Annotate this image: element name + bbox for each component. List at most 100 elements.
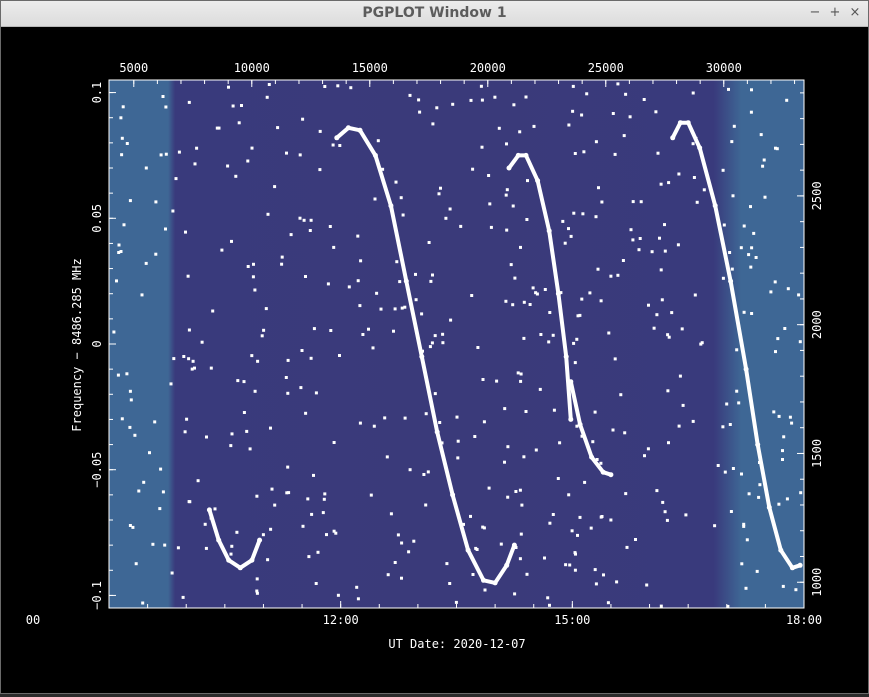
noise-speck xyxy=(227,85,230,89)
noise-speck xyxy=(230,239,233,243)
noise-speck xyxy=(781,449,784,453)
noise-speck xyxy=(505,188,509,192)
noise-speck xyxy=(531,286,535,290)
noise-speck xyxy=(599,299,603,303)
noise-speck xyxy=(373,197,377,201)
noise-speck xyxy=(571,84,575,88)
track-point xyxy=(506,165,512,171)
noise-speck xyxy=(161,490,165,494)
noise-speck xyxy=(761,164,765,168)
noise-speck xyxy=(298,153,302,157)
noise-speck xyxy=(261,533,265,537)
noise-speck xyxy=(613,357,617,361)
noise-speck xyxy=(312,327,316,331)
noise-speck xyxy=(758,483,762,487)
track-point xyxy=(608,472,614,478)
noise-speck xyxy=(588,291,592,295)
noise-speck xyxy=(516,371,520,375)
noise-speck xyxy=(667,441,670,445)
noise-speck xyxy=(776,337,780,341)
noise-speck xyxy=(729,510,733,513)
noise-speck xyxy=(759,133,763,137)
noise-speck xyxy=(600,515,604,518)
track-point xyxy=(766,504,772,510)
track-point xyxy=(257,537,263,543)
noise-speck xyxy=(782,435,786,439)
noise-speck xyxy=(487,486,491,490)
track-point xyxy=(345,125,351,131)
noise-speck xyxy=(120,136,124,140)
noise-speck xyxy=(187,328,191,332)
noise-speck xyxy=(774,146,777,150)
noise-speck xyxy=(551,513,555,516)
noise-speck xyxy=(185,417,189,421)
top-tick-label: 30000 xyxy=(706,61,742,75)
plot-canvas[interactable]: 0.1 0.05 0 −0.05 −0.1 00 12:00 15:00 18:00 5000 10… xyxy=(1,27,868,693)
noise-speck xyxy=(286,465,290,469)
noise-speck xyxy=(607,331,611,335)
title-bar[interactable]: PGPLOT Window 1 − + × xyxy=(1,1,868,27)
noise-speck xyxy=(499,542,503,546)
x-tick-label: 00 xyxy=(26,613,40,627)
noise-speck xyxy=(489,225,493,229)
noise-speck xyxy=(355,585,359,589)
maximize-icon[interactable]: + xyxy=(827,5,843,21)
noise-speck xyxy=(115,279,118,283)
noise-speck xyxy=(266,212,270,216)
close-icon[interactable]: × xyxy=(847,5,863,21)
noise-speck xyxy=(721,276,725,280)
noise-speck xyxy=(547,340,551,344)
noise-speck xyxy=(469,514,472,518)
track-point xyxy=(206,507,212,513)
track-point xyxy=(450,492,456,498)
noise-speck xyxy=(670,311,674,315)
noise-speck xyxy=(634,538,637,541)
noise-speck xyxy=(431,273,434,277)
y-tick-label: 0.1 xyxy=(90,82,104,104)
track-point xyxy=(670,135,676,141)
noise-speck xyxy=(471,167,475,171)
noise-speck xyxy=(625,545,629,549)
noise-speck xyxy=(762,158,766,162)
noise-speck xyxy=(548,521,552,525)
noise-speck xyxy=(393,307,397,311)
noise-speck xyxy=(267,83,271,86)
noise-speck xyxy=(575,337,579,341)
noise-speck xyxy=(375,291,379,295)
noise-speck xyxy=(505,228,509,232)
top-tick-label: 20000 xyxy=(470,61,506,75)
noise-speck xyxy=(177,150,181,154)
noise-speck xyxy=(361,333,365,336)
noise-speck xyxy=(174,177,178,181)
noise-speck xyxy=(476,346,480,349)
noise-speck xyxy=(642,98,646,101)
noise-speck xyxy=(691,91,695,95)
noise-speck xyxy=(597,186,600,190)
noise-speck xyxy=(480,98,484,102)
noise-speck xyxy=(187,357,191,361)
noise-speck xyxy=(543,288,547,291)
track-point xyxy=(728,278,734,284)
track-point xyxy=(755,442,761,448)
noise-speck xyxy=(235,530,239,534)
noise-speck xyxy=(599,461,603,465)
noise-speck xyxy=(116,373,120,377)
noise-speck xyxy=(493,95,497,99)
noise-speck xyxy=(358,304,362,308)
noise-speck xyxy=(567,227,570,231)
noise-speck xyxy=(678,374,682,378)
noise-speck xyxy=(286,391,290,395)
noise-speck xyxy=(661,500,665,504)
noise-speck xyxy=(309,356,313,360)
noise-speck xyxy=(229,444,233,448)
noise-speck xyxy=(322,497,326,501)
noise-speck xyxy=(394,180,398,184)
noise-speck xyxy=(600,200,604,204)
noise-speck xyxy=(585,92,589,96)
noise-speck xyxy=(181,595,185,599)
track-point xyxy=(403,278,409,284)
track-point xyxy=(743,366,749,372)
noise-speck xyxy=(276,126,280,130)
noise-speck xyxy=(392,329,395,333)
minimize-icon[interactable]: − xyxy=(807,5,823,21)
